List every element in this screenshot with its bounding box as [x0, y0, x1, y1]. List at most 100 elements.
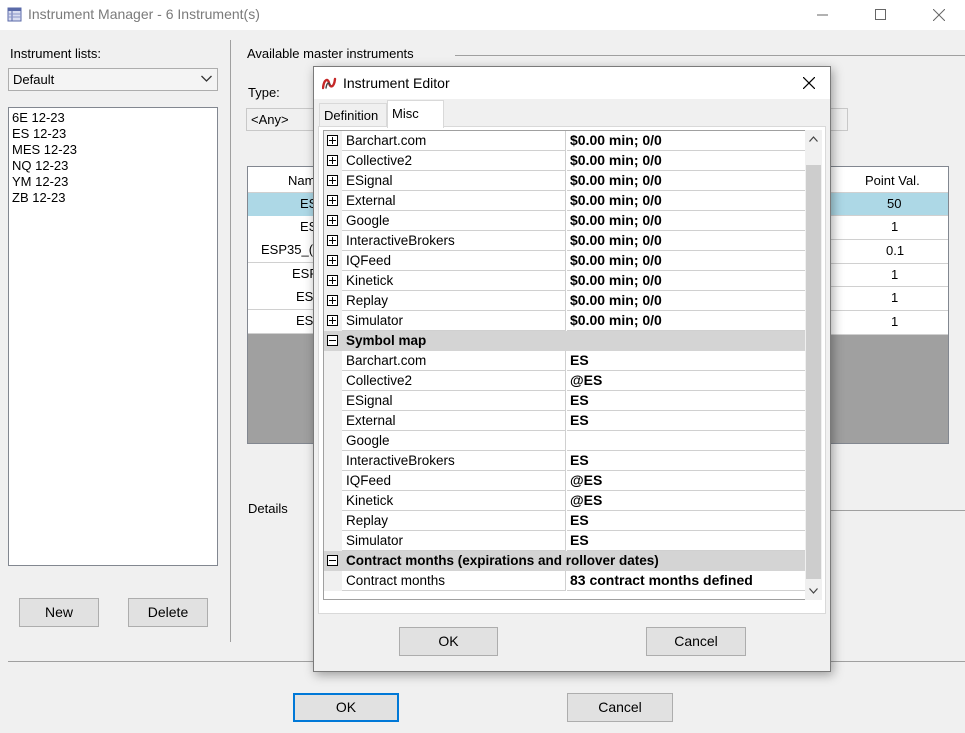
collapse-icon[interactable] — [327, 555, 338, 566]
expand-icon[interactable] — [327, 275, 338, 286]
delete-list-button[interactable]: Delete — [128, 598, 208, 627]
scroll-down-icon[interactable] — [809, 588, 818, 594]
table-row[interactable]: 50 — [831, 193, 948, 216]
row-gutter — [324, 151, 342, 171]
property-row[interactable]: Replay ES — [324, 511, 808, 531]
close-button[interactable] — [915, 0, 961, 30]
property-value[interactable]: $0.00 min; 0/0 — [567, 131, 808, 151]
expand-icon[interactable] — [327, 155, 338, 166]
property-value[interactable]: ES — [567, 351, 808, 371]
list-item[interactable]: MES 12-23 — [9, 142, 217, 158]
property-row[interactable]: IQFeed $0.00 min; 0/0 — [324, 251, 808, 271]
category-row[interactable]: Contract months (expirations and rollove… — [324, 551, 808, 571]
property-row[interactable]: Contract months 83 contract months define… — [324, 571, 808, 591]
property-row[interactable]: Barchart.com $0.00 min; 0/0 — [324, 131, 808, 151]
row-gutter — [324, 511, 342, 531]
maximize-button[interactable] — [857, 0, 903, 30]
dialog-title-bar[interactable]: Instrument Editor — [314, 67, 830, 99]
property-value[interactable]: $0.00 min; 0/0 — [567, 151, 808, 171]
table-row[interactable]: 1 — [831, 287, 948, 311]
property-name: Replay — [342, 511, 566, 531]
row-gutter — [324, 431, 342, 451]
dialog-close-button[interactable] — [802, 76, 816, 92]
window-title-bar[interactable]: Instrument Manager - 6 Instrument(s) — [0, 0, 965, 30]
property-row[interactable]: ESignal ES — [324, 391, 808, 411]
property-value[interactable]: @ES — [567, 371, 808, 391]
property-row[interactable]: External ES — [324, 411, 808, 431]
list-item[interactable]: 6E 12-23 — [9, 110, 217, 126]
property-value[interactable] — [567, 431, 808, 451]
table-row[interactable]: 1 — [831, 311, 948, 335]
property-row[interactable]: Kinetick @ES — [324, 491, 808, 511]
property-value[interactable]: ES — [567, 411, 808, 431]
column-header-point-value-right[interactable]: Point Val. — [865, 173, 920, 188]
instrument-list-select[interactable]: Default — [8, 68, 218, 91]
property-row[interactable]: InteractiveBrokers ES — [324, 451, 808, 471]
row-gutter — [324, 471, 342, 491]
property-value[interactable]: ES — [567, 511, 808, 531]
misc-tab-panel: Barchart.com $0.00 min; 0/0 Collective2 $0.… — [318, 126, 826, 614]
minimize-button[interactable] — [799, 0, 845, 30]
dialog-ok-button[interactable]: OK — [399, 627, 498, 656]
list-item[interactable]: YM 12-23 — [9, 174, 217, 190]
expand-icon[interactable] — [327, 315, 338, 326]
property-row[interactable]: ESignal $0.00 min; 0/0 — [324, 171, 808, 191]
property-value[interactable]: 83 contract months defined — [567, 571, 808, 591]
expand-icon[interactable] — [327, 195, 338, 206]
property-row[interactable]: Replay $0.00 min; 0/0 — [324, 291, 808, 311]
property-value[interactable]: $0.00 min; 0/0 — [567, 211, 808, 231]
property-value[interactable]: $0.00 min; 0/0 — [567, 191, 808, 211]
property-value[interactable]: @ES — [567, 491, 808, 511]
property-row[interactable]: Simulator $0.00 min; 0/0 — [324, 311, 808, 331]
scrollbar-thumb[interactable] — [806, 165, 821, 579]
property-row[interactable]: Kinetick $0.00 min; 0/0 — [324, 271, 808, 291]
list-item[interactable]: NQ 12-23 — [9, 158, 217, 174]
new-list-button[interactable]: New — [19, 598, 99, 627]
ok-button[interactable]: OK — [293, 693, 399, 722]
expand-icon[interactable] — [327, 255, 338, 266]
table-row[interactable]: 1 — [831, 216, 948, 240]
property-value[interactable]: $0.00 min; 0/0 — [567, 311, 808, 331]
collapse-icon[interactable] — [327, 335, 338, 346]
tab-definition[interactable]: Definition — [319, 103, 387, 127]
list-item[interactable]: ES 12-23 — [9, 126, 217, 142]
property-grid-scrollbar[interactable] — [805, 130, 822, 600]
property-value[interactable]: $0.00 min; 0/0 — [567, 251, 808, 271]
property-row[interactable]: Google — [324, 431, 808, 451]
property-name: Barchart.com — [342, 131, 566, 151]
category-row[interactable]: Symbol map — [324, 331, 808, 351]
property-row[interactable]: Barchart.com ES — [324, 351, 808, 371]
property-grid[interactable]: Barchart.com $0.00 min; 0/0 Collective2 $0.… — [323, 130, 809, 600]
property-row[interactable]: Simulator ES — [324, 531, 808, 551]
table-row[interactable]: 0.1 — [831, 240, 948, 264]
scroll-up-icon[interactable] — [809, 136, 818, 142]
instrument-listbox[interactable]: 6E 12-23 ES 12-23 MES 12-23 NQ 12-23 YM … — [8, 107, 218, 566]
property-value[interactable]: $0.00 min; 0/0 — [567, 171, 808, 191]
property-value[interactable]: $0.00 min; 0/0 — [567, 291, 808, 311]
table-row[interactable]: 1 — [831, 264, 948, 287]
column-header-name[interactable]: Nam — [288, 173, 315, 188]
property-row[interactable]: Collective2 @ES — [324, 371, 808, 391]
property-value[interactable]: ES — [567, 391, 808, 411]
property-name: IQFeed — [342, 471, 566, 491]
property-value[interactable]: $0.00 min; 0/0 — [567, 231, 808, 251]
property-value[interactable]: ES — [567, 451, 808, 471]
cancel-button[interactable]: Cancel — [567, 693, 673, 722]
expand-icon[interactable] — [327, 135, 338, 146]
expand-icon[interactable] — [327, 215, 338, 226]
property-row[interactable]: External $0.00 min; 0/0 — [324, 191, 808, 211]
property-row[interactable]: InteractiveBrokers $0.00 min; 0/0 — [324, 231, 808, 251]
property-row[interactable]: Collective2 $0.00 min; 0/0 — [324, 151, 808, 171]
property-row[interactable]: IQFeed @ES — [324, 471, 808, 491]
expand-icon[interactable] — [327, 175, 338, 186]
property-value[interactable]: $0.00 min; 0/0 — [567, 271, 808, 291]
tab-label: Misc — [392, 106, 419, 121]
dialog-cancel-button[interactable]: Cancel — [646, 627, 746, 656]
expand-icon[interactable] — [327, 235, 338, 246]
property-value[interactable]: ES — [567, 531, 808, 551]
expand-icon[interactable] — [327, 295, 338, 306]
property-row[interactable]: Google $0.00 min; 0/0 — [324, 211, 808, 231]
list-item[interactable]: ZB 12-23 — [9, 190, 217, 206]
tab-misc[interactable]: Misc — [387, 100, 444, 128]
property-value[interactable]: @ES — [567, 471, 808, 491]
